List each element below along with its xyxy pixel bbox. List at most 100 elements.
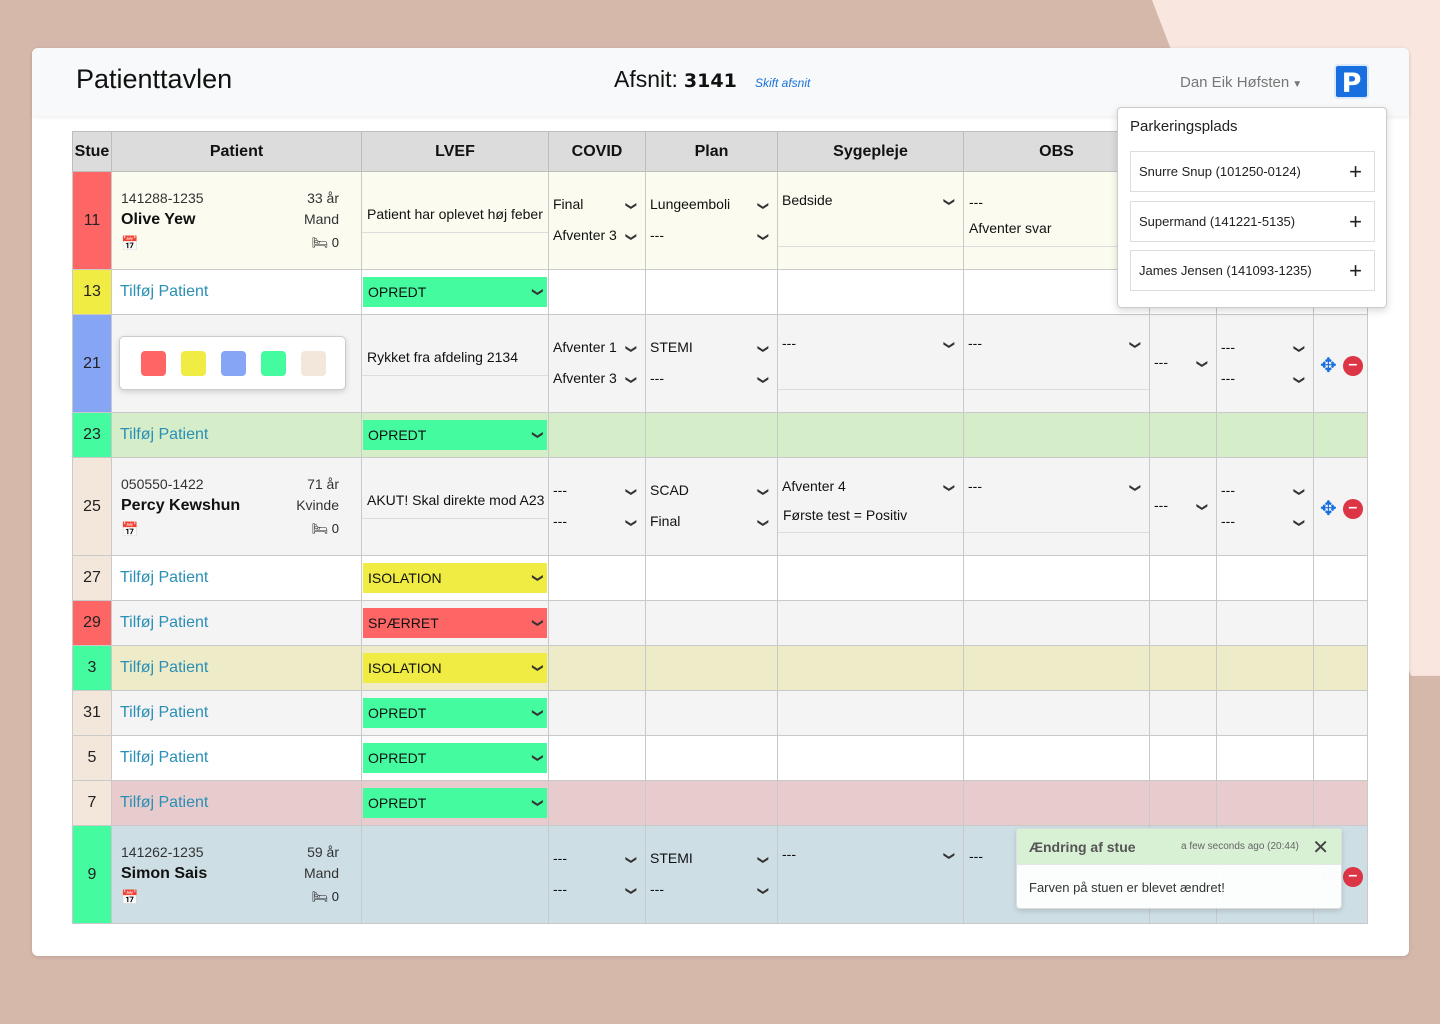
parking-item[interactable]: James Jensen (141093-1235) + [1130, 250, 1375, 291]
parking-item[interactable]: Supermand (141221-5135) + [1130, 201, 1375, 242]
obs-select[interactable]: --- ❯ [968, 335, 1145, 355]
extra-select[interactable]: --- ❯ [1154, 497, 1212, 517]
patient-cpr: 050550-1422 [121, 475, 204, 492]
color-swatch-yellow[interactable] [181, 350, 206, 376]
plan-select-2[interactable]: --- ❯ [650, 227, 773, 247]
parking-button[interactable]: P [1334, 64, 1369, 99]
calendar-icon[interactable]: 📅 [121, 521, 138, 538]
remove-icon[interactable]: – [1342, 355, 1363, 376]
move-icon[interactable]: ✥ [1320, 353, 1337, 378]
plan-select-2[interactable]: --- ❯ [650, 370, 773, 390]
plan-select-2[interactable]: --- ❯ [650, 881, 773, 901]
app-title: Patienttavlen [76, 64, 233, 94]
plus-icon[interactable]: + [1349, 251, 1362, 290]
room-status-select[interactable]: OPREDT ❯ [363, 788, 547, 818]
remove-icon[interactable]: – [1342, 866, 1363, 887]
parking-item[interactable]: Snurre Snup (101250-0124) + [1130, 151, 1375, 192]
room-status-select[interactable]: ISOLATION ❯ [363, 563, 547, 593]
covid-select-1[interactable]: Afventer 1 ❯ [553, 339, 641, 359]
obs-value-2[interactable]: Afventer svar [969, 220, 1051, 236]
plan-cell: Lungeemboli ❯ --- ❯ [645, 171, 778, 270]
stue-number[interactable]: 9 [72, 825, 112, 924]
stue-number[interactable]: 5 [72, 735, 112, 781]
covid-select-2[interactable]: --- ❯ [553, 881, 641, 901]
covid-select-2[interactable]: Afventer 3 ❯ [553, 370, 641, 390]
room-status-select[interactable]: OPREDT ❯ [363, 277, 547, 307]
plan-select-1[interactable]: STEMI ❯ [650, 850, 773, 870]
extra-select-2[interactable]: --- ❯ [1221, 513, 1309, 533]
add-patient-link[interactable]: Tilføj Patient [112, 283, 208, 300]
room-status-select[interactable]: OPREDT ❯ [363, 698, 547, 728]
add-patient-link[interactable]: Tilføj Patient [112, 426, 208, 443]
room-status-select[interactable]: OPREDT ❯ [363, 743, 547, 773]
covid-select-1[interactable]: Final ❯ [553, 196, 641, 216]
stue-number[interactable]: 25 [72, 457, 112, 556]
extra-select-1[interactable]: --- ❯ [1221, 339, 1309, 359]
add-patient-link[interactable]: Tilføj Patient [112, 794, 208, 811]
sygepleje-value: Afventer 4 [782, 478, 846, 494]
stue-number[interactable]: 7 [72, 780, 112, 826]
room-status-select[interactable]: SPÆRRET ❯ [363, 608, 547, 638]
calendar-icon[interactable]: 📅 [121, 889, 138, 906]
plan-select-1[interactable]: Lungeemboli ❯ [650, 196, 773, 216]
color-swatch-red[interactable] [141, 350, 166, 376]
sygepleje-select[interactable]: Bedside ❯ [782, 192, 959, 212]
patient-cell[interactable]: 141288-1235 Olive Yew 33 år Mand 📅 🛏 0 [111, 171, 362, 270]
stue-number[interactable]: 27 [72, 555, 112, 601]
empty-cell [1149, 600, 1217, 646]
obs-select[interactable]: --- ❯ [968, 478, 1145, 498]
patient-cell[interactable]: 050550-1422 Percy Kewshun 71 år Kvinde 📅… [111, 457, 362, 556]
empty-cell [777, 645, 964, 691]
stue-number[interactable]: 29 [72, 600, 112, 646]
stue-number[interactable]: 21 [72, 314, 112, 413]
obs-value[interactable]: --- [969, 848, 983, 864]
extra-select-2[interactable]: --- ❯ [1221, 370, 1309, 390]
extra-select[interactable]: --- ❯ [1154, 354, 1212, 374]
color-swatch-beige[interactable] [301, 350, 326, 376]
plan-select-1[interactable]: SCAD ❯ [650, 482, 773, 502]
add-patient-link[interactable]: Tilføj Patient [112, 614, 208, 631]
stue-number[interactable]: 31 [72, 690, 112, 736]
covid-select-1[interactable]: --- ❯ [553, 850, 641, 870]
stue-number[interactable]: 23 [72, 412, 112, 458]
sygepleje-select[interactable]: --- ❯ [782, 335, 959, 355]
lvef-cell[interactable]: Rykket fra afdeling 2134 [361, 314, 549, 413]
room-status-select[interactable]: OPREDT ❯ [363, 420, 547, 450]
color-swatch-blue[interactable] [221, 350, 246, 376]
add-patient-link[interactable]: Tilføj Patient [112, 749, 208, 766]
patient-cell[interactable]: 141262-1235 Simon Sais 59 år Mand 📅 🛏 0 [111, 825, 362, 924]
add-patient-link[interactable]: Tilføj Patient [112, 569, 208, 586]
sygepleje-select[interactable]: --- ❯ [782, 846, 959, 866]
close-icon[interactable]: ✕ [1312, 835, 1329, 860]
plus-icon[interactable]: + [1349, 202, 1362, 241]
plan-select-2[interactable]: Final ❯ [650, 513, 773, 533]
user-menu[interactable]: Dan Eik Høfsten ▼ [1180, 74, 1302, 91]
skift-afsnit-link[interactable]: Skift afsnit [755, 76, 810, 90]
plan-select-1[interactable]: STEMI ❯ [650, 339, 773, 359]
stue-number[interactable]: 3 [72, 645, 112, 691]
remove-icon[interactable]: – [1342, 498, 1363, 519]
sygepleje-note[interactable]: Første test = Positiv [783, 507, 907, 523]
empty-cell [548, 780, 646, 826]
stue-number[interactable]: 11 [72, 171, 112, 270]
covid-select-1[interactable]: --- ❯ [553, 482, 641, 502]
lvef-cell[interactable]: Patient har oplevet høj feber [361, 171, 549, 270]
sygepleje-select[interactable]: Afventer 4 ❯ [782, 478, 959, 498]
empty-cell [1216, 780, 1314, 826]
plus-icon[interactable]: + [1349, 152, 1362, 191]
obs-value-1[interactable]: --- [969, 194, 983, 210]
room-status-select[interactable]: ISOLATION ❯ [363, 653, 547, 683]
add-patient-link[interactable]: Tilføj Patient [112, 704, 208, 721]
empty-cell [548, 412, 646, 458]
extra-select-1[interactable]: --- ❯ [1221, 482, 1309, 502]
lvef-cell[interactable]: AKUT! Skal direkte mod A23 [361, 457, 549, 556]
color-swatch-green[interactable] [261, 350, 286, 376]
stue-number[interactable]: 13 [72, 269, 112, 315]
lvef-cell[interactable] [361, 825, 549, 924]
calendar-icon[interactable]: 📅 [121, 235, 138, 252]
covid-select-2[interactable]: --- ❯ [553, 513, 641, 533]
move-icon[interactable]: ✥ [1320, 496, 1337, 521]
add-patient-link[interactable]: Tilføj Patient [112, 659, 208, 676]
covid-select-2[interactable]: Afventer 3 ❯ [553, 227, 641, 247]
parking-dropdown: Parkeringsplads Snurre Snup (101250-0124… [1117, 107, 1387, 308]
